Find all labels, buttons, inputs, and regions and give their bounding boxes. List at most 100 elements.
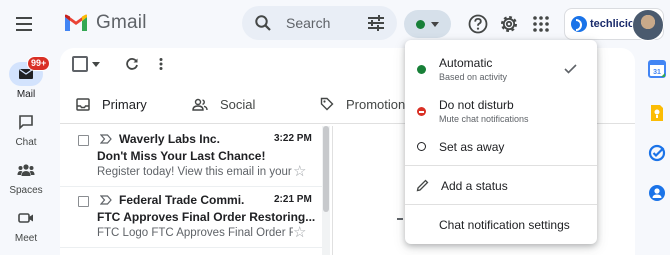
tab-social[interactable]: Social <box>176 88 304 120</box>
gmail-logo[interactable]: Gmail <box>64 12 147 34</box>
status-dnd-label: Do not disturb <box>439 98 514 112</box>
active-status-icon <box>417 65 426 74</box>
email-list: Waverly Labs Inc. 3:22 PM Don't Miss You… <box>60 126 322 248</box>
gear-icon <box>501 16 517 32</box>
rail-spaces-icon-wrap <box>9 158 43 182</box>
rail-chat-icon-wrap <box>9 110 43 134</box>
search-options-icon[interactable] <box>366 13 386 33</box>
support-button[interactable] <box>467 13 489 35</box>
tab-primary-label: Primary <box>102 96 147 112</box>
table-row[interactable]: Waverly Labs Inc. 3:22 PM Don't Miss You… <box>60 126 322 187</box>
hamburger-icon <box>16 17 32 31</box>
svg-text:31: 31 <box>653 69 661 76</box>
rail-mail-highlight: 99+ <box>9 56 51 86</box>
importance-marker-icon[interactable] <box>100 134 112 144</box>
inbox-toolbar <box>72 56 168 72</box>
keep-bulb-icon <box>651 105 663 121</box>
apps-grid-icon <box>533 16 549 32</box>
tab-social-label: Social <box>220 96 256 112</box>
tag-icon <box>320 97 334 111</box>
unread-count-badge: 99+ <box>27 56 51 71</box>
status-automatic-sub: Based on activity <box>439 72 508 82</box>
status-dnd-sub: Mute chat notifications <box>439 114 529 124</box>
status-automatic-label: Automatic <box>439 56 493 70</box>
add-status-option[interactable]: Add a status <box>405 175 597 197</box>
app-name: Gmail <box>96 12 147 33</box>
tasks-app-button[interactable] <box>648 144 666 162</box>
select-menu-chevron-icon[interactable] <box>92 61 100 67</box>
email-subject: FTC Approves Final Order Restoring... <box>97 210 316 224</box>
email-sender: Federal Trade Commi. <box>119 193 245 207</box>
tasks-check-icon <box>648 144 666 162</box>
status-option-automatic[interactable]: Automatic Based on activity <box>405 50 597 86</box>
table-row[interactable]: Federal Trade Commi. 2:21 PM FTC Approve… <box>60 187 322 248</box>
contacts-app-button[interactable] <box>648 184 666 202</box>
status-away-label: Set as away <box>439 140 505 154</box>
refresh-icon[interactable] <box>124 56 140 72</box>
pencil-icon <box>416 179 429 192</box>
main-menu-button[interactable] <box>10 12 38 36</box>
status-option-do-not-disturb[interactable]: Do not disturb Mute chat notifications <box>405 92 597 128</box>
contacts-icon <box>649 185 665 201</box>
chat-notification-settings-option[interactable]: Chat notification settings <box>405 214 597 236</box>
tab-promotions-label: Promotions <box>346 96 412 112</box>
keep-app-button[interactable] <box>648 104 666 122</box>
status-indicator-button[interactable] <box>404 10 451 38</box>
row-checkbox[interactable] <box>78 196 89 207</box>
row-checkbox[interactable] <box>78 135 89 146</box>
importance-marker-icon[interactable] <box>100 195 112 205</box>
email-time: 2:21 PM <box>274 194 312 205</box>
email-snippet: Register today! View this email in your … <box>97 166 293 178</box>
settings-button[interactable] <box>498 13 520 35</box>
email-snippet: FTC Logo FTC Approves Final Order R... <box>97 227 293 239</box>
star-icon[interactable]: ☆ <box>293 225 306 240</box>
notification-settings-label: Chat notification settings <box>439 218 570 232</box>
techlicious-logo-icon <box>571 16 587 32</box>
reading-pane-divider[interactable] <box>332 126 333 255</box>
star-icon[interactable]: ☆ <box>293 164 306 179</box>
chevron-down-icon <box>431 21 439 27</box>
search-input[interactable] <box>284 14 366 32</box>
rail-spaces-label: Spaces <box>9 185 43 196</box>
more-options-icon[interactable] <box>154 56 168 72</box>
away-status-icon <box>417 142 426 151</box>
calendar-app-button[interactable]: 31 <box>648 60 666 78</box>
people-group-icon <box>17 164 35 176</box>
email-time: 3:22 PM <box>274 133 312 144</box>
inbox-tray-icon <box>76 97 90 111</box>
chat-bubble-icon <box>19 115 33 130</box>
email-subject: Don't Miss Your Last Chance! <box>97 149 266 163</box>
menu-divider <box>405 204 597 205</box>
rail-item-spaces[interactable]: Spaces <box>0 158 52 196</box>
select-all-control[interactable] <box>72 56 100 72</box>
list-scrollbar-thumb[interactable] <box>323 126 329 212</box>
email-sender: Waverly Labs Inc. <box>119 132 220 146</box>
apps-button[interactable] <box>530 13 552 35</box>
rail-item-mail[interactable]: 99+ Mail <box>0 56 52 100</box>
social-people-icon <box>192 98 208 111</box>
active-status-dot <box>416 19 425 29</box>
rail-item-chat[interactable]: Chat <box>0 110 52 148</box>
account-switcher[interactable]: techlicious <box>564 8 664 41</box>
rail-meet-label: Meet <box>14 233 38 244</box>
help-icon <box>468 14 488 34</box>
rail-meet-icon-wrap <box>9 206 43 230</box>
add-status-label: Add a status <box>441 179 508 193</box>
video-camera-icon <box>18 213 33 223</box>
do-not-disturb-icon <box>417 107 426 116</box>
rail-item-meet[interactable]: Meet <box>0 206 52 244</box>
checkmark-icon <box>564 64 577 74</box>
status-option-away[interactable]: Set as away <box>405 136 597 158</box>
select-all-checkbox[interactable] <box>72 56 88 72</box>
avatar[interactable] <box>632 9 664 41</box>
tab-primary[interactable]: Primary <box>60 88 176 120</box>
chat-status-menu: Automatic Based on activity Do not distu… <box>405 40 597 244</box>
search-icon[interactable] <box>254 14 272 32</box>
reading-pane-mark <box>397 218 403 220</box>
rail-chat-label: Chat <box>15 137 37 148</box>
calendar-icon: 31 <box>648 60 666 78</box>
menu-divider <box>405 165 597 166</box>
gmail-m-icon <box>65 14 87 31</box>
search-bar[interactable] <box>242 6 397 40</box>
rail-mail-label: Mail <box>16 89 36 100</box>
